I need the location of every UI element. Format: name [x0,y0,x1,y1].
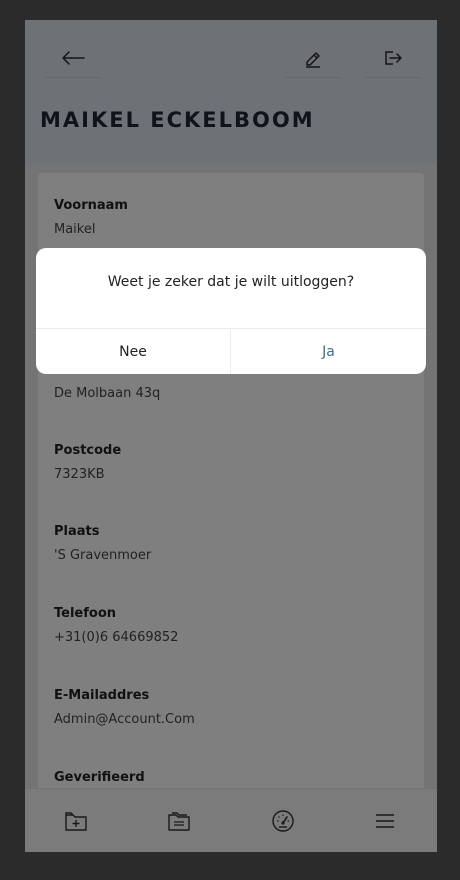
modal-backdrop[interactable] [25,20,437,852]
phone-screen: MAIKEL ECKELBOOM Voornaam Maikel De Molb… [25,20,437,852]
cancel-button[interactable]: Nee [36,329,231,374]
logout-confirm-dialog: Weet je zeker dat je wilt uitloggen? Nee… [36,248,426,374]
confirm-button[interactable]: Ja [231,329,426,374]
dialog-message: Weet je zeker dat je wilt uitloggen? [107,274,355,290]
